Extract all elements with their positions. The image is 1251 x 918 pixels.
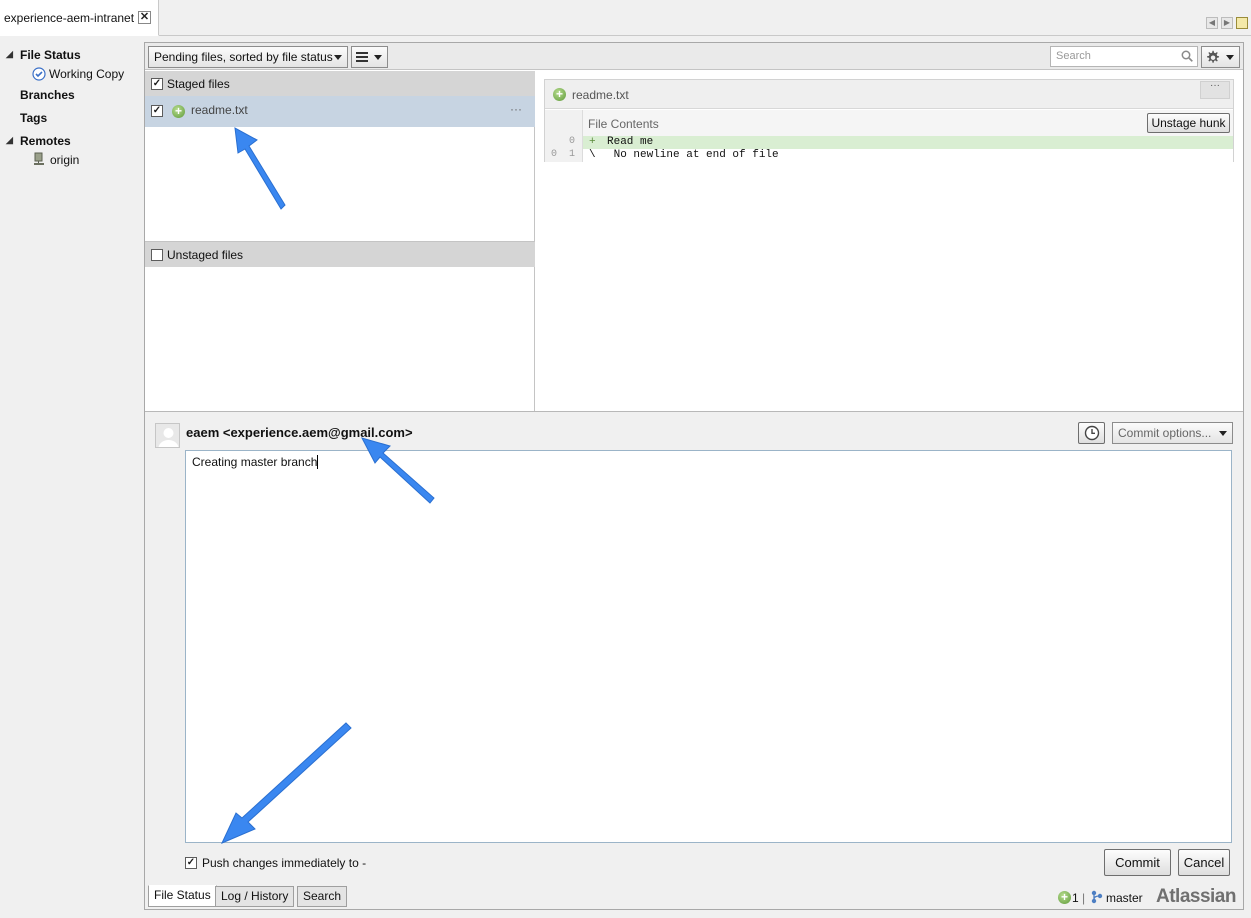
commit-message-text: Creating master branch: [192, 455, 318, 469]
diff-marker: \: [589, 149, 596, 161]
tab-log-history[interactable]: Log / History: [215, 886, 295, 907]
collapse-triangle-icon[interactable]: ◢: [6, 49, 13, 60]
push-checkbox[interactable]: ✓: [185, 857, 197, 869]
cancel-button[interactable]: Cancel: [1178, 849, 1230, 876]
status-separator: |: [1082, 891, 1086, 905]
commit-message-input[interactable]: Creating master branch​: [185, 450, 1232, 843]
tab-scroll-left-icon[interactable]: ◀: [1206, 17, 1218, 29]
sidebar-item-label: File Status: [20, 48, 81, 62]
chevron-down-icon: [334, 55, 342, 60]
sidebar-item-file-status[interactable]: ◢ File Status: [6, 48, 81, 62]
sort-dropdown-label: Pending files, sorted by file status: [154, 50, 333, 64]
gear-icon: [1207, 50, 1220, 63]
diff-options-icon[interactable]: ···: [1200, 81, 1230, 99]
settings-dropdown[interactable]: [1201, 46, 1240, 68]
user-avatar-icon: [158, 428, 179, 447]
sidebar-item-label: Branches: [20, 88, 75, 102]
unstaged-files-label: Unstaged files: [167, 248, 244, 262]
check-circle-icon: [32, 67, 46, 81]
unstage-hunk-button[interactable]: Unstage hunk: [1147, 113, 1230, 133]
search-input[interactable]: Search: [1050, 46, 1198, 67]
diff-marker: +: [589, 136, 596, 148]
unstaged-all-checkbox[interactable]: [151, 249, 163, 261]
chevron-down-icon: [374, 55, 382, 60]
staged-files-pane: ✓ Staged files ✓ + readme.txt ···: [145, 71, 535, 241]
close-tab-icon[interactable]: ✕: [138, 11, 151, 24]
diff-line-meta: 0 1 \ No newline at end of file: [545, 149, 1233, 162]
sidebar-item-branches[interactable]: Branches: [20, 88, 75, 102]
commit-button[interactable]: Commit: [1104, 849, 1171, 876]
staged-files-label: Staged files: [167, 77, 230, 91]
sidebar-item-label: Working Copy: [49, 67, 125, 81]
server-icon: [34, 152, 44, 165]
pending-count: 1: [1072, 891, 1079, 905]
staged-file-row[interactable]: ✓ + readme.txt ···: [145, 96, 535, 127]
sidebar-item-label: Tags: [20, 111, 48, 125]
hunk-gutter: [545, 110, 583, 136]
new-line-number: 1: [569, 149, 576, 160]
pending-files-icon: +: [1058, 891, 1071, 904]
diff-file-name: readme.txt: [572, 88, 629, 102]
repo-tab-label: experience-aem-intranet: [4, 10, 135, 25]
commit-area: eaem <experience.aem@gmail.com> Commit o…: [145, 411, 1243, 886]
diff-pane: + readme.txt ··· File Contents Unstage h…: [535, 71, 1243, 411]
sidebar-item-origin[interactable]: origin: [32, 152, 80, 167]
unstaged-files-pane: Unstaged files: [145, 241, 535, 411]
push-label: Push changes immediately to -: [202, 856, 367, 870]
tab-search[interactable]: Search: [297, 886, 348, 907]
tab-list-folder-icon[interactable]: [1236, 17, 1248, 29]
hunk-title: File Contents: [588, 117, 659, 131]
chevron-down-icon: [1219, 431, 1227, 436]
file-more-icon[interactable]: ···: [510, 102, 522, 116]
bottom-bar: File Status Log / History Search + 1 | m…: [145, 885, 1243, 909]
atlassian-logo: Atlassian: [1156, 886, 1236, 907]
commit-options-dropdown[interactable]: Commit options...: [1112, 422, 1233, 444]
commit-author: eaem <experience.aem@gmail.com>: [186, 425, 413, 440]
diff-file-header: + readme.txt ···: [545, 80, 1233, 109]
current-branch: master: [1106, 891, 1143, 905]
search-icon: [1181, 50, 1193, 62]
unstaged-files-header: Unstaged files: [145, 242, 535, 267]
file-toolbar: Pending files, sorted by file status Sea…: [145, 43, 1243, 70]
file-checkbox[interactable]: ✓: [151, 105, 163, 117]
new-line-number: 0: [569, 136, 576, 147]
main-panel: Pending files, sorted by file status Sea…: [144, 42, 1244, 910]
chevron-down-icon: [1226, 55, 1234, 60]
sidebar: ◢ File Status Working Copy Branches Tags…: [0, 37, 144, 918]
repo-tab-bar: experience-aem-intranet ✕ ◀ ▶: [0, 0, 1251, 36]
search-placeholder: Search: [1056, 50, 1091, 62]
sidebar-item-label: Remotes: [20, 134, 71, 148]
sidebar-item-label: origin: [50, 153, 80, 167]
list-view-icon: [356, 52, 368, 62]
commit-options-label: Commit options...: [1118, 426, 1212, 440]
collapse-triangle-icon[interactable]: ◢: [6, 135, 13, 146]
tab-scroll-right-icon[interactable]: ▶: [1221, 17, 1233, 29]
diff-line-text: Read me: [607, 136, 654, 148]
clock-icon: [1084, 425, 1099, 441]
added-file-icon: +: [172, 105, 185, 118]
diff-line-added: 0 + Read me: [545, 136, 1233, 149]
sidebar-item-tags[interactable]: Tags: [20, 111, 47, 125]
view-mode-dropdown[interactable]: [351, 46, 388, 68]
avatar: [155, 423, 180, 448]
repo-tab[interactable]: experience-aem-intranet ✕: [0, 0, 159, 36]
added-file-icon: +: [553, 88, 566, 101]
sort-dropdown[interactable]: Pending files, sorted by file status: [148, 46, 348, 68]
file-name: readme.txt: [191, 103, 248, 117]
line-numbers: 0: [545, 136, 583, 149]
hunk-header: File Contents Unstage hunk: [545, 110, 1233, 136]
commit-history-button[interactable]: [1078, 422, 1105, 444]
tab-file-status[interactable]: File Status: [148, 885, 217, 907]
sidebar-item-remotes[interactable]: ◢ Remotes: [6, 134, 71, 148]
diff-line-text: No newline at end of file: [607, 149, 779, 161]
text-caret: ​: [317, 455, 319, 469]
sidebar-item-working-copy[interactable]: Working Copy: [32, 67, 124, 81]
branch-icon: [1091, 890, 1103, 904]
line-numbers: 0 1: [545, 149, 583, 162]
old-line-number: 0: [551, 149, 558, 160]
staged-files-header: ✓ Staged files: [145, 71, 535, 96]
diff-box: + readme.txt ··· File Contents Unstage h…: [544, 79, 1234, 162]
staged-all-checkbox[interactable]: ✓: [151, 78, 163, 90]
